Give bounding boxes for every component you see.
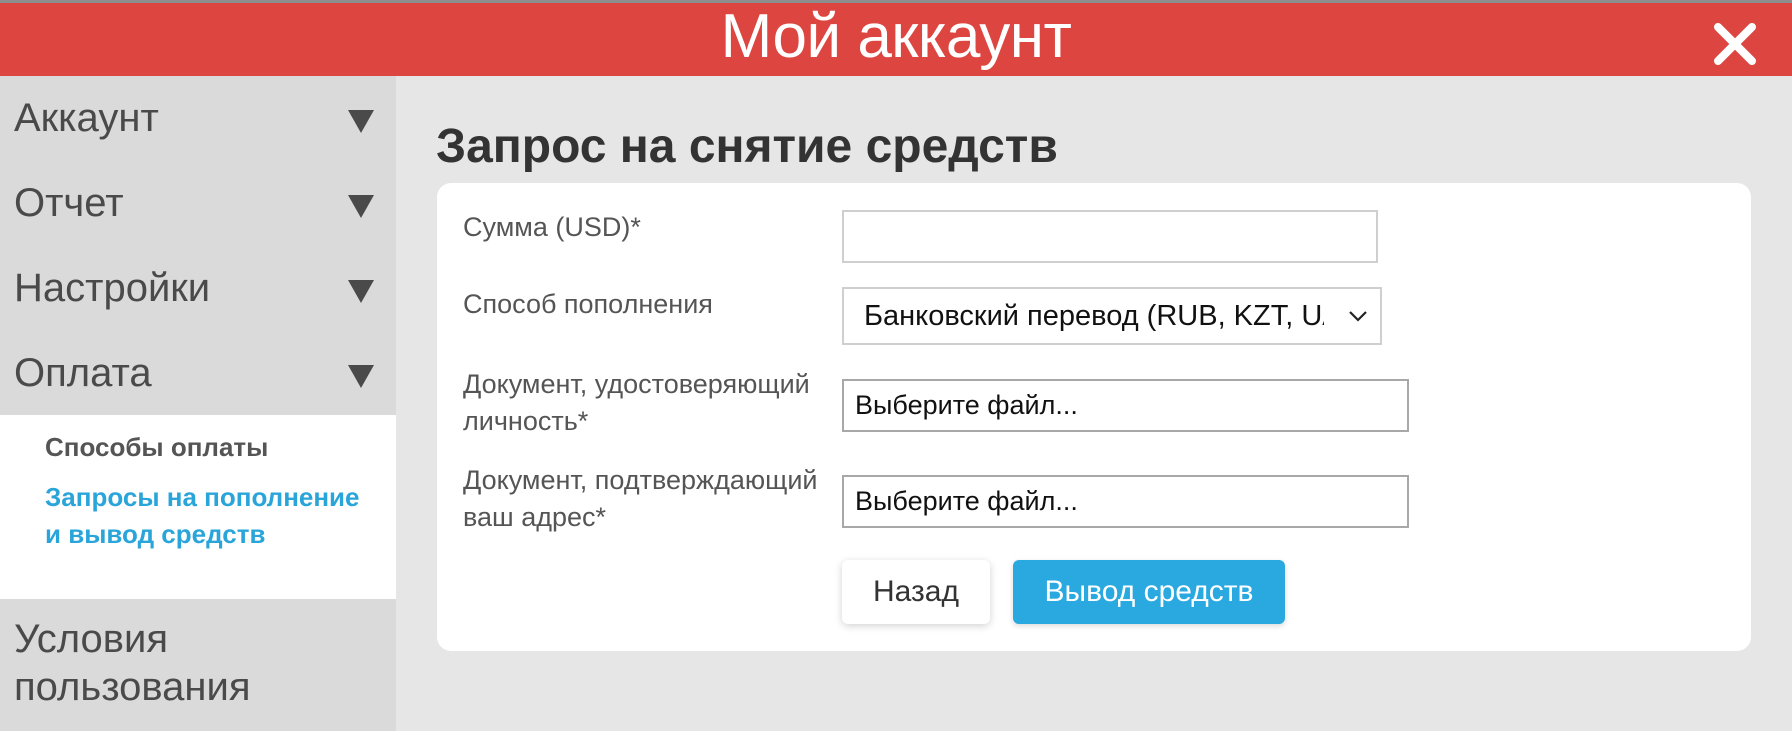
sidebar-item-label: Отчет (14, 181, 124, 225)
sidebar-item-label: Настройки (14, 266, 211, 310)
id-document-file-input[interactable]: Выберите файл... (842, 379, 1409, 432)
file-placeholder: Выберите файл... (855, 486, 1078, 516)
triangle-down-icon (348, 195, 374, 218)
submenu-deposit-withdraw-requests[interactable]: Запросы на пополнение и вывод средств (45, 479, 375, 553)
back-button[interactable]: Назад (842, 560, 990, 624)
id-document-label: Документ, удостоверяющий личность* (463, 369, 810, 436)
sidebar-item-account[interactable]: Аккаунт (0, 76, 396, 161)
address-document-label: Документ, подтверждающий ваш адрес* (463, 465, 818, 532)
chevron-down-icon (1349, 311, 1367, 322)
withdraw-button[interactable]: Вывод средств (1013, 560, 1285, 624)
triangle-down-icon (348, 110, 374, 133)
page-title: Запрос на снятие средств (436, 120, 1058, 173)
sidebar-item-label: Оплата (14, 351, 152, 395)
sidebar-item-settings[interactable]: Настройки (0, 246, 396, 331)
file-placeholder: Выберите файл... (855, 390, 1078, 420)
payment-method-select[interactable]: Банковский перевод (RUB, KZT, UAH (842, 287, 1382, 345)
triangle-down-icon (348, 365, 374, 388)
sidebar: Аккаунт Отчет Настройки Оплата Способы о… (0, 76, 396, 731)
close-icon[interactable] (1712, 21, 1758, 67)
method-label: Способ пополнения (463, 289, 713, 319)
header-bar: Мой аккаунт (0, 3, 1792, 76)
address-document-file-input[interactable]: Выберите файл... (842, 475, 1409, 528)
amount-label: Сумма (USD)* (463, 212, 641, 242)
sidebar-item-label: Аккаунт (14, 96, 159, 140)
submenu-payment-methods[interactable]: Способы оплаты (45, 429, 268, 466)
sidebar-item-terms[interactable]: Условия пользования (14, 615, 374, 711)
amount-input[interactable] (842, 210, 1378, 263)
page-header-title: Мой аккаунт (720, 2, 1072, 71)
payment-method-value: Банковский перевод (RUB, KZT, UAH (864, 300, 1324, 332)
sidebar-item-payment[interactable]: Оплата (0, 331, 396, 416)
sidebar-item-report[interactable]: Отчет (0, 161, 396, 246)
payment-submenu: Способы оплаты Запросы на пополнение и в… (0, 415, 396, 599)
triangle-down-icon (348, 280, 374, 303)
